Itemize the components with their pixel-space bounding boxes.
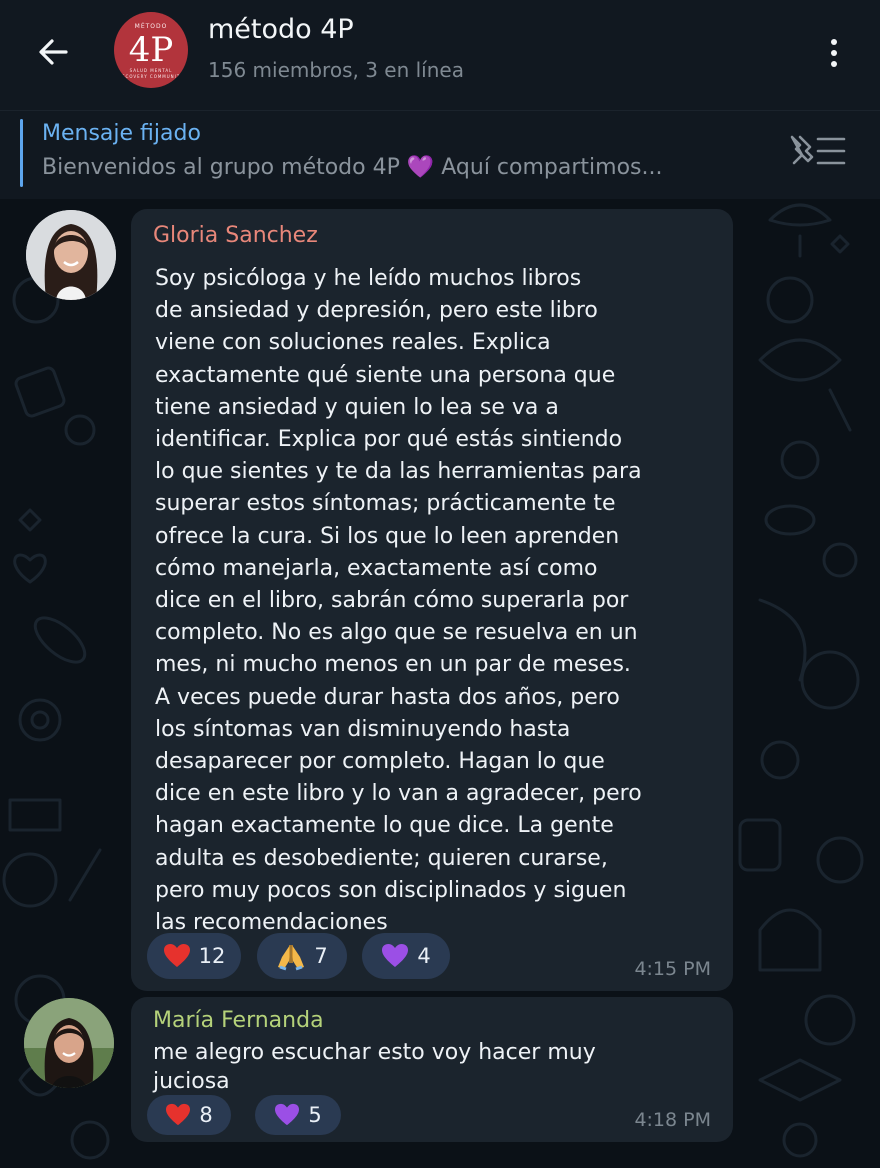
pinned-list-icon[interactable] <box>784 131 846 171</box>
avatar-maria-fernanda[interactable] <box>24 998 114 1088</box>
reaction-purple-heart[interactable]: 4 <box>362 933 450 979</box>
reaction-praying-hands[interactable]: 7 <box>257 933 347 979</box>
reaction-heart[interactable]: 12 <box>147 933 241 979</box>
avatar-gloria-sanchez[interactable] <box>26 210 116 300</box>
reaction-count: 8 <box>199 1103 213 1127</box>
sender-name[interactable]: María Fernanda <box>153 1008 324 1033</box>
reaction-count: 12 <box>198 944 226 968</box>
message-time: 4:18 PM <box>634 1109 711 1131</box>
group-member-status: 156 miembros, 3 en línea <box>208 58 464 82</box>
profile-photo-icon <box>26 210 116 300</box>
group-title[interactable]: método 4P <box>208 14 354 45</box>
reaction-purple-heart[interactable]: 5 <box>255 1095 341 1135</box>
pinned-message-bar[interactable]: Mensaje fijado Bienvenidos al grupo méto… <box>0 110 880 199</box>
purple-heart-icon <box>382 944 409 967</box>
avatar-logo-text: 4P <box>128 30 174 70</box>
reaction-count: 5 <box>308 1103 322 1127</box>
sender-name[interactable]: Gloria Sanchez <box>153 223 318 248</box>
praying-hands-icon <box>278 945 305 971</box>
heart-icon <box>163 944 190 967</box>
back-arrow-icon[interactable] <box>34 32 74 72</box>
avatar-bottom-text: SALUD MENTAL <box>129 68 173 73</box>
reaction-count: 4 <box>417 944 431 968</box>
message-time: 4:15 PM <box>634 958 711 980</box>
purple-heart-icon <box>275 1103 300 1126</box>
message-text: Soy psicóloga y he leído muchos libros d… <box>155 266 642 936</box>
pinned-preview: Bienvenidos al grupo método 4P 💜 Aquí co… <box>42 155 663 180</box>
pinned-accent-bar <box>20 119 23 187</box>
chat-header: MÉTODO 4P SALUD MENTAL RECOVERY COMMUNIT… <box>0 0 880 110</box>
avatar-bottom-text-2: RECOVERY COMMUNITY <box>118 74 184 79</box>
avatar-top-text: MÉTODO <box>134 23 168 30</box>
message-bubble-1[interactable]: Gloria Sanchez Soy psicóloga y he leído … <box>131 209 733 991</box>
more-options-icon[interactable] <box>826 38 842 68</box>
group-avatar[interactable]: MÉTODO 4P SALUD MENTAL RECOVERY COMMUNIT… <box>114 12 188 88</box>
message-text: me alegro escuchar esto voy hacer muy ju… <box>153 1040 596 1094</box>
pinned-title: Mensaje fijado <box>42 121 201 146</box>
heart-icon <box>166 1103 191 1126</box>
message-bubble-2[interactable]: María Fernanda me alegro escuchar esto v… <box>131 997 733 1142</box>
profile-photo-icon <box>24 998 114 1088</box>
reaction-count: 7 <box>314 944 328 968</box>
reaction-heart[interactable]: 8 <box>147 1095 231 1135</box>
